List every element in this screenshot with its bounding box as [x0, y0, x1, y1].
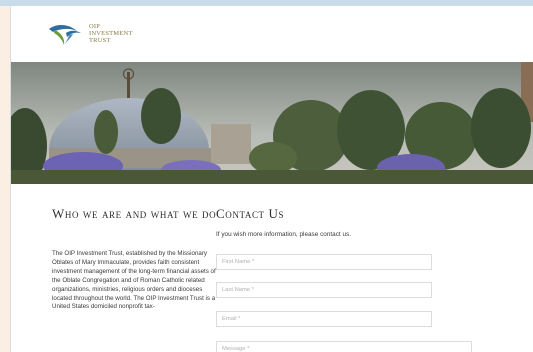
hero-photo — [11, 62, 533, 184]
logo-text-line-2: INVESTMENT — [89, 29, 133, 37]
first-name-field[interactable] — [216, 254, 432, 270]
site-header: OIP INVESTMENT TRUST — [11, 6, 533, 62]
hero-image — [11, 62, 533, 184]
about-text: The OIP Investment Trust, established by… — [52, 250, 216, 311]
logo-text-line-3: TRUST — [89, 36, 111, 44]
oip-trust-logo-icon — [49, 25, 81, 45]
logo-text-line-1: OIP — [89, 22, 101, 30]
web-page: OIP INVESTMENT TRUST Who we are and what… — [11, 6, 533, 352]
email-field[interactable] — [216, 311, 432, 327]
message-field[interactable] — [216, 341, 472, 352]
contact-intro-text: If you wish more information, please con… — [216, 231, 351, 238]
about-heading: Who we are and what we do — [52, 206, 217, 221]
last-name-field[interactable] — [216, 282, 432, 298]
main-content: Who we are and what we do The OIP Invest… — [11, 184, 533, 352]
contact-heading: Contact Us — [216, 206, 285, 221]
outer-frame-left — [0, 6, 10, 352]
site-logo[interactable]: OIP INVESTMENT TRUST — [47, 20, 133, 46]
